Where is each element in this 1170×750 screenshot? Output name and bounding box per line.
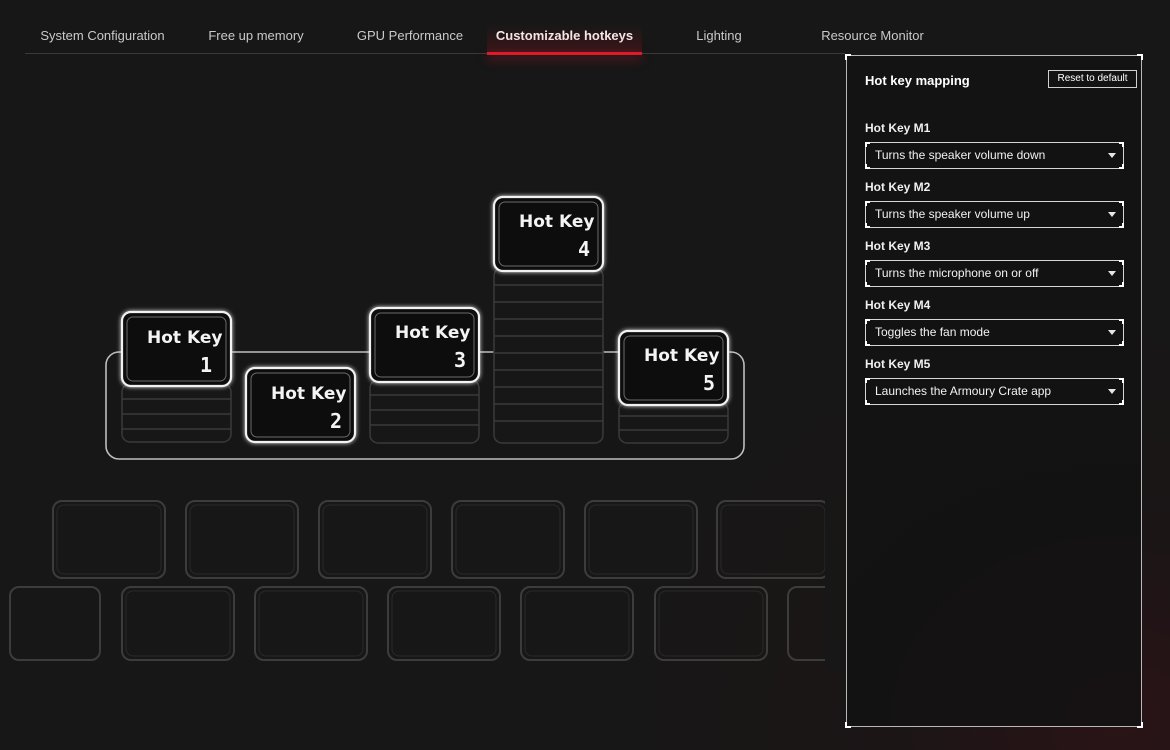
hotkey-m3-group: Hot Key M3 Turns the microphone on or of… [865,239,1124,287]
background-keys [9,500,840,661]
hotkey-m5-group: Hot Key M5 Launches the Armoury Crate ap… [865,357,1124,405]
hotkey-m2-group: Hot Key M2 Turns the speaker volume up [865,180,1124,228]
hotkey-m2-dropdown[interactable]: Turns the speaker volume up [865,201,1124,228]
hotkey-2-title: Hot Key [271,384,346,404]
panel-corner [845,722,851,728]
hotkey-mapping-panel: Hot key mapping Reset to default Hot Key… [845,54,1143,728]
hotkey-keyboard-illustration: Hot Key 1 Hot Key 2 Hot Key 3 Hot Key 4 … [9,195,840,670]
tab-free-up-memory[interactable]: Free up memory [197,18,315,54]
hotkey-5-number: 5 [703,371,715,395]
hotkey-m1-dropdown[interactable]: Turns the speaker volume down [865,142,1124,169]
panel-corner [845,54,851,60]
hotkey-m5-value: Launches the Armoury Crate app [875,384,1052,398]
hotkey-5-key[interactable]: Hot Key 5 [617,329,730,407]
hotkey-m2-label: Hot Key M2 [865,180,931,194]
dropdown-arrow-icon [1108,389,1116,394]
hotkey-m3-value: Turns the microphone on or off [875,266,1039,280]
hotkey-2-key[interactable]: Hot Key 2 [244,366,357,444]
panel-title: Hot key mapping [865,73,970,88]
hotkey-m5-dropdown[interactable]: Launches the Armoury Crate app [865,378,1124,405]
dropdown-arrow-icon [1108,330,1116,335]
hotkey-m1-label: Hot Key M1 [865,121,931,135]
tab-gpu-performance[interactable]: GPU Performance [351,18,469,54]
dropdown-arrow-icon [1108,271,1116,276]
hotkey-2-number: 2 [330,409,342,433]
hotkey-3-title: Hot Key [395,323,470,343]
hotkey-3-key[interactable]: Hot Key 3 [368,306,481,384]
hotkey-m3-label: Hot Key M3 [865,239,931,253]
tab-resource-monitor[interactable]: Resource Monitor [805,18,940,54]
hotkey-4-key[interactable]: Hot Key 4 [492,195,605,273]
dropdown-arrow-icon [1108,212,1116,217]
hotkey-m5-label: Hot Key M5 [865,357,931,371]
panel-corner [1137,722,1143,728]
hotkey-m4-group: Hot Key M4 Toggles the fan mode [865,298,1124,346]
tab-system-configuration[interactable]: System Configuration [25,18,180,54]
hotkey-1-title: Hot Key [147,328,222,348]
hotkey-1-number: 1 [200,353,212,377]
hotkey-m4-dropdown[interactable]: Toggles the fan mode [865,319,1124,346]
hotkey-m1-value: Turns the speaker volume down [875,148,1046,162]
tab-bar: System Configuration Free up memory GPU … [25,18,924,55]
hotkey-m4-value: Toggles the fan mode [875,325,990,339]
hotkey-4-title: Hot Key [519,212,594,232]
hotkey-m3-dropdown[interactable]: Turns the microphone on or off [865,260,1124,287]
tab-customizable-hotkeys[interactable]: Customizable hotkeys [487,18,642,55]
panel-corner [1137,54,1143,60]
dropdown-arrow-icon [1108,153,1116,158]
hotkey-m2-value: Turns the speaker volume up [875,207,1030,221]
hotkey-m4-label: Hot Key M4 [865,298,931,312]
hotkey-1-key[interactable]: Hot Key 1 [120,310,233,388]
hotkey-5-title: Hot Key [644,346,719,366]
reset-to-default-button[interactable]: Reset to default [1048,70,1137,88]
hotkey-3-number: 3 [454,348,466,372]
tab-lighting[interactable]: Lighting [679,18,759,54]
hotkey-4-number: 4 [578,237,590,261]
hotkey-m1-group: Hot Key M1 Turns the speaker volume down [865,121,1124,169]
